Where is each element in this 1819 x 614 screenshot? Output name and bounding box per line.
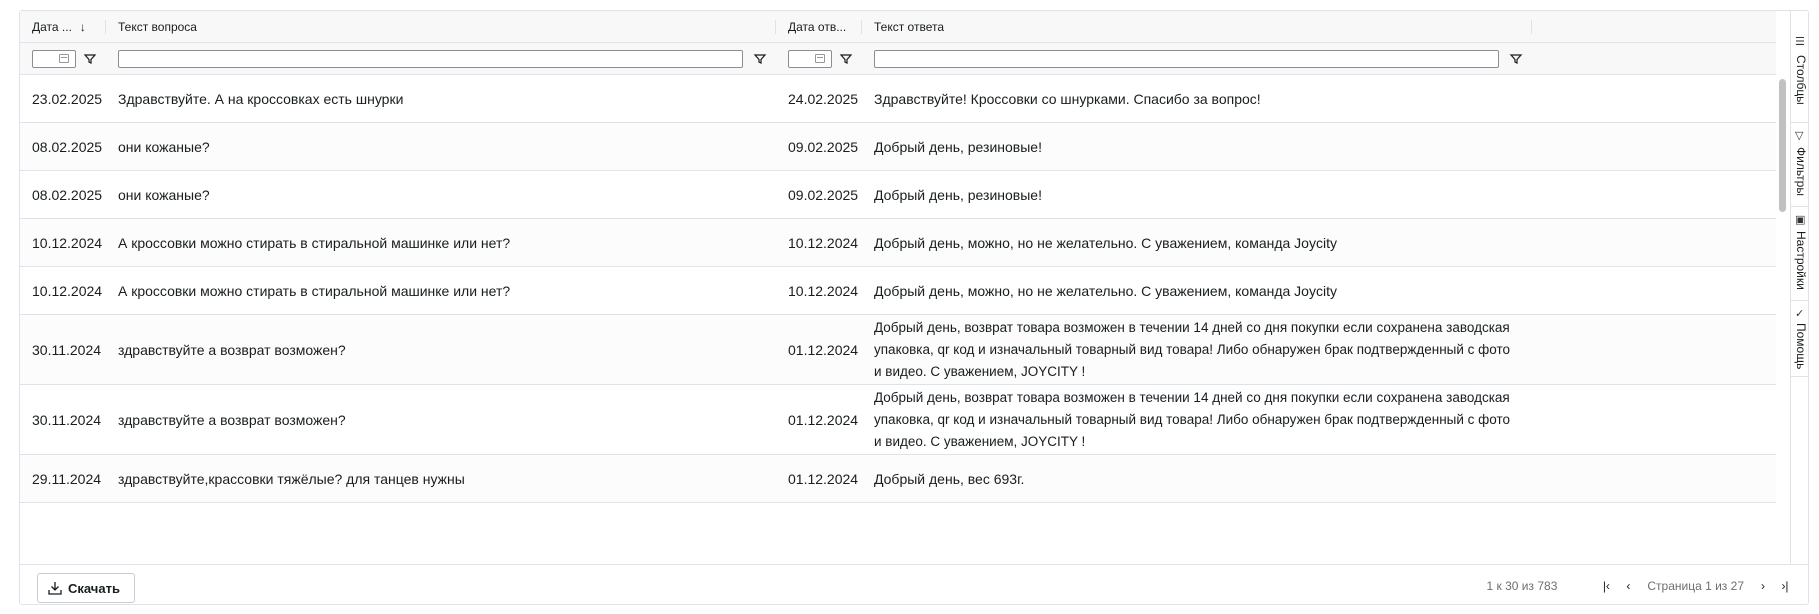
funnel-icon: ▽	[1795, 130, 1804, 142]
answer-text-cell: Добрый день, возврат товара возможен в т…	[874, 389, 1511, 449]
answer-date-cell: 10.12.2024	[788, 234, 859, 251]
grid-body: 23.02.2025 Здравствуйте. А на кроссовках…	[20, 75, 1776, 564]
table-row[interactable]: 29.11.2024 здравствуйте,крассовки тяжёлы…	[20, 455, 1776, 503]
funnel-icon[interactable]	[1508, 51, 1524, 67]
date-filter-input[interactable]	[32, 50, 76, 68]
table-row[interactable]: 10.12.2024 А кроссовки можно стирать в с…	[20, 219, 1776, 267]
sidebar-button-help[interactable]: ✓ Помощь	[1791, 301, 1808, 377]
question-date-cell: 23.02.2025	[32, 90, 103, 107]
grid-header: Дата ... ↓ Текст вопроса Дата отв... Тек…	[20, 11, 1776, 43]
answer-text-cell: Добрый день, вес 693г.	[874, 470, 1025, 487]
answer-text-cell: Добрый день, резиновые!	[874, 186, 1042, 203]
calendar-icon[interactable]	[59, 54, 69, 63]
column-header-question-date[interactable]: Дата ... ↓	[20, 11, 106, 43]
column-separator[interactable]	[1531, 20, 1532, 34]
column-header-label: Текст вопроса	[118, 20, 197, 34]
answer-date-cell: 09.02.2025	[788, 186, 859, 203]
first-page-icon[interactable]: |‹	[1597, 579, 1615, 593]
column-header-label: Текст ответа	[874, 20, 945, 34]
question-date-cell: 08.02.2025	[32, 138, 103, 155]
tool-panel-sidebar: ☰ Столбцы ▽ Фильтры ▣ Настройки ✓ Помощь	[1790, 11, 1808, 564]
answer-date-cell: 01.12.2024	[788, 341, 859, 358]
answer-text-cell: Добрый день, возврат товара возможен в т…	[874, 319, 1511, 379]
calendar-icon[interactable]	[815, 54, 825, 63]
question-text-cell: здравствуйте а возврат возможен?	[118, 341, 346, 358]
row-count-text: 1 к 30 из 783	[1486, 579, 1558, 593]
answer-text-cell: Добрый день, можно, но не желательно. С …	[874, 282, 1337, 299]
question-text-cell: Здравствуйте. А на кроссовках есть шнурк…	[118, 90, 404, 107]
answer-text-cell: Здравствуйте! Кроссовки со шнурками. Спа…	[874, 90, 1261, 107]
vertical-scrollbar[interactable]	[1776, 75, 1788, 564]
table-row[interactable]: 30.11.2024 здравствуйте а возврат возмож…	[20, 385, 1776, 455]
answer-date-cell: 01.12.2024	[788, 470, 859, 487]
download-label: Скачать	[68, 580, 120, 596]
question-text-filter-input[interactable]	[118, 50, 743, 68]
table-row[interactable]: 10.12.2024 А кроссовки можно стирать в с…	[20, 267, 1776, 315]
scrollbar-thumb[interactable]	[1779, 79, 1786, 212]
sidebar-label: Фильтры	[1794, 147, 1808, 196]
column-header-label: Дата отв...	[788, 20, 847, 34]
sidebar-button-filters[interactable]: ▽ Фильтры	[1791, 123, 1808, 207]
pagination: 1 к 30 из 783 |‹ ‹ Страница 1 из 27 › ›|	[1487, 577, 1796, 595]
column-header-answer-date[interactable]: Дата отв...	[776, 11, 862, 43]
table-row[interactable]: 23.02.2025 Здравствуйте. А на кроссовках…	[20, 75, 1776, 123]
answer-date-cell: 24.02.2025	[788, 90, 859, 107]
table-row[interactable]: 08.02.2025 они кожаные? 09.02.2025 Добры…	[20, 123, 1776, 171]
sidebar-label: Помощь	[1794, 323, 1808, 370]
prev-page-icon[interactable]: ‹	[1619, 579, 1637, 593]
filter-row	[20, 43, 1776, 75]
question-date-cell: 29.11.2024	[32, 470, 102, 487]
download-button[interactable]: Скачать	[37, 573, 135, 603]
status-bar: Скачать 1 к 30 из 783 |‹ ‹ Страница 1 из…	[20, 564, 1808, 604]
sidebar-label: Столбцы	[1794, 55, 1808, 105]
answer-text-cell: Добрый день, можно, но не желательно. С …	[874, 234, 1337, 251]
table-row[interactable]: 30.11.2024 здравствуйте а возврат возмож…	[20, 315, 1776, 385]
question-date-cell: 10.12.2024	[32, 234, 103, 251]
question-date-cell: 08.02.2025	[32, 186, 103, 203]
filter-cell-answer-date	[776, 43, 862, 75]
answer-date-cell: 10.12.2024	[788, 282, 859, 299]
question-date-cell: 10.12.2024	[32, 282, 103, 299]
next-page-icon[interactable]: ›	[1754, 579, 1772, 593]
grid-main: Дата ... ↓ Текст вопроса Дата отв... Тек…	[20, 11, 1786, 564]
column-header-answer-text[interactable]: Текст ответа	[862, 11, 1532, 43]
data-grid: Дата ... ↓ Текст вопроса Дата отв... Тек…	[19, 10, 1809, 605]
sidebar-button-columns[interactable]: ☰ Столбцы	[1791, 31, 1808, 123]
sidebar-label: Настройки	[1794, 231, 1808, 290]
question-text-cell: они кожаные?	[118, 186, 210, 203]
question-text-cell: здравствуйте а возврат возможен?	[118, 411, 346, 428]
funnel-icon[interactable]	[82, 51, 98, 67]
question-date-cell: 30.11.2024	[32, 341, 102, 358]
download-icon	[48, 582, 62, 595]
answer-date-cell: 01.12.2024	[788, 411, 859, 428]
question-text-cell: здравствуйте,крассовки тяжёлые? для танц…	[118, 470, 465, 487]
page-indicator: Страница 1 из 27	[1647, 579, 1744, 593]
filter-cell-answer-text	[862, 43, 1532, 75]
filter-cell-question-text	[106, 43, 776, 75]
funnel-icon[interactable]	[838, 51, 854, 67]
question-date-cell: 30.11.2024	[32, 411, 102, 428]
answer-date-cell: 09.02.2025	[788, 138, 859, 155]
question-text-cell: А кроссовки можно стирать в стиральной м…	[118, 234, 511, 251]
table-row[interactable]: 08.02.2025 они кожаные? 09.02.2025 Добры…	[20, 171, 1776, 219]
column-header-label: Дата ...	[32, 20, 72, 34]
columns-icon: ☰	[1795, 36, 1805, 48]
settings-icon: ▣	[1795, 214, 1806, 226]
column-header-question-text[interactable]: Текст вопроса	[106, 11, 776, 43]
check-icon: ✓	[1795, 308, 1805, 320]
date-filter-input[interactable]	[788, 50, 832, 68]
answer-text-cell: Добрый день, резиновые!	[874, 138, 1042, 155]
answer-text-filter-input[interactable]	[874, 50, 1499, 68]
sort-descending-icon: ↓	[79, 20, 86, 34]
filter-cell-question-date	[20, 43, 106, 75]
funnel-icon[interactable]	[752, 51, 768, 67]
sidebar-button-settings[interactable]: ▣ Настройки	[1791, 207, 1808, 301]
last-page-icon[interactable]: ›|	[1776, 579, 1794, 593]
question-text-cell: А кроссовки можно стирать в стиральной м…	[118, 282, 511, 299]
question-text-cell: они кожаные?	[118, 138, 210, 155]
